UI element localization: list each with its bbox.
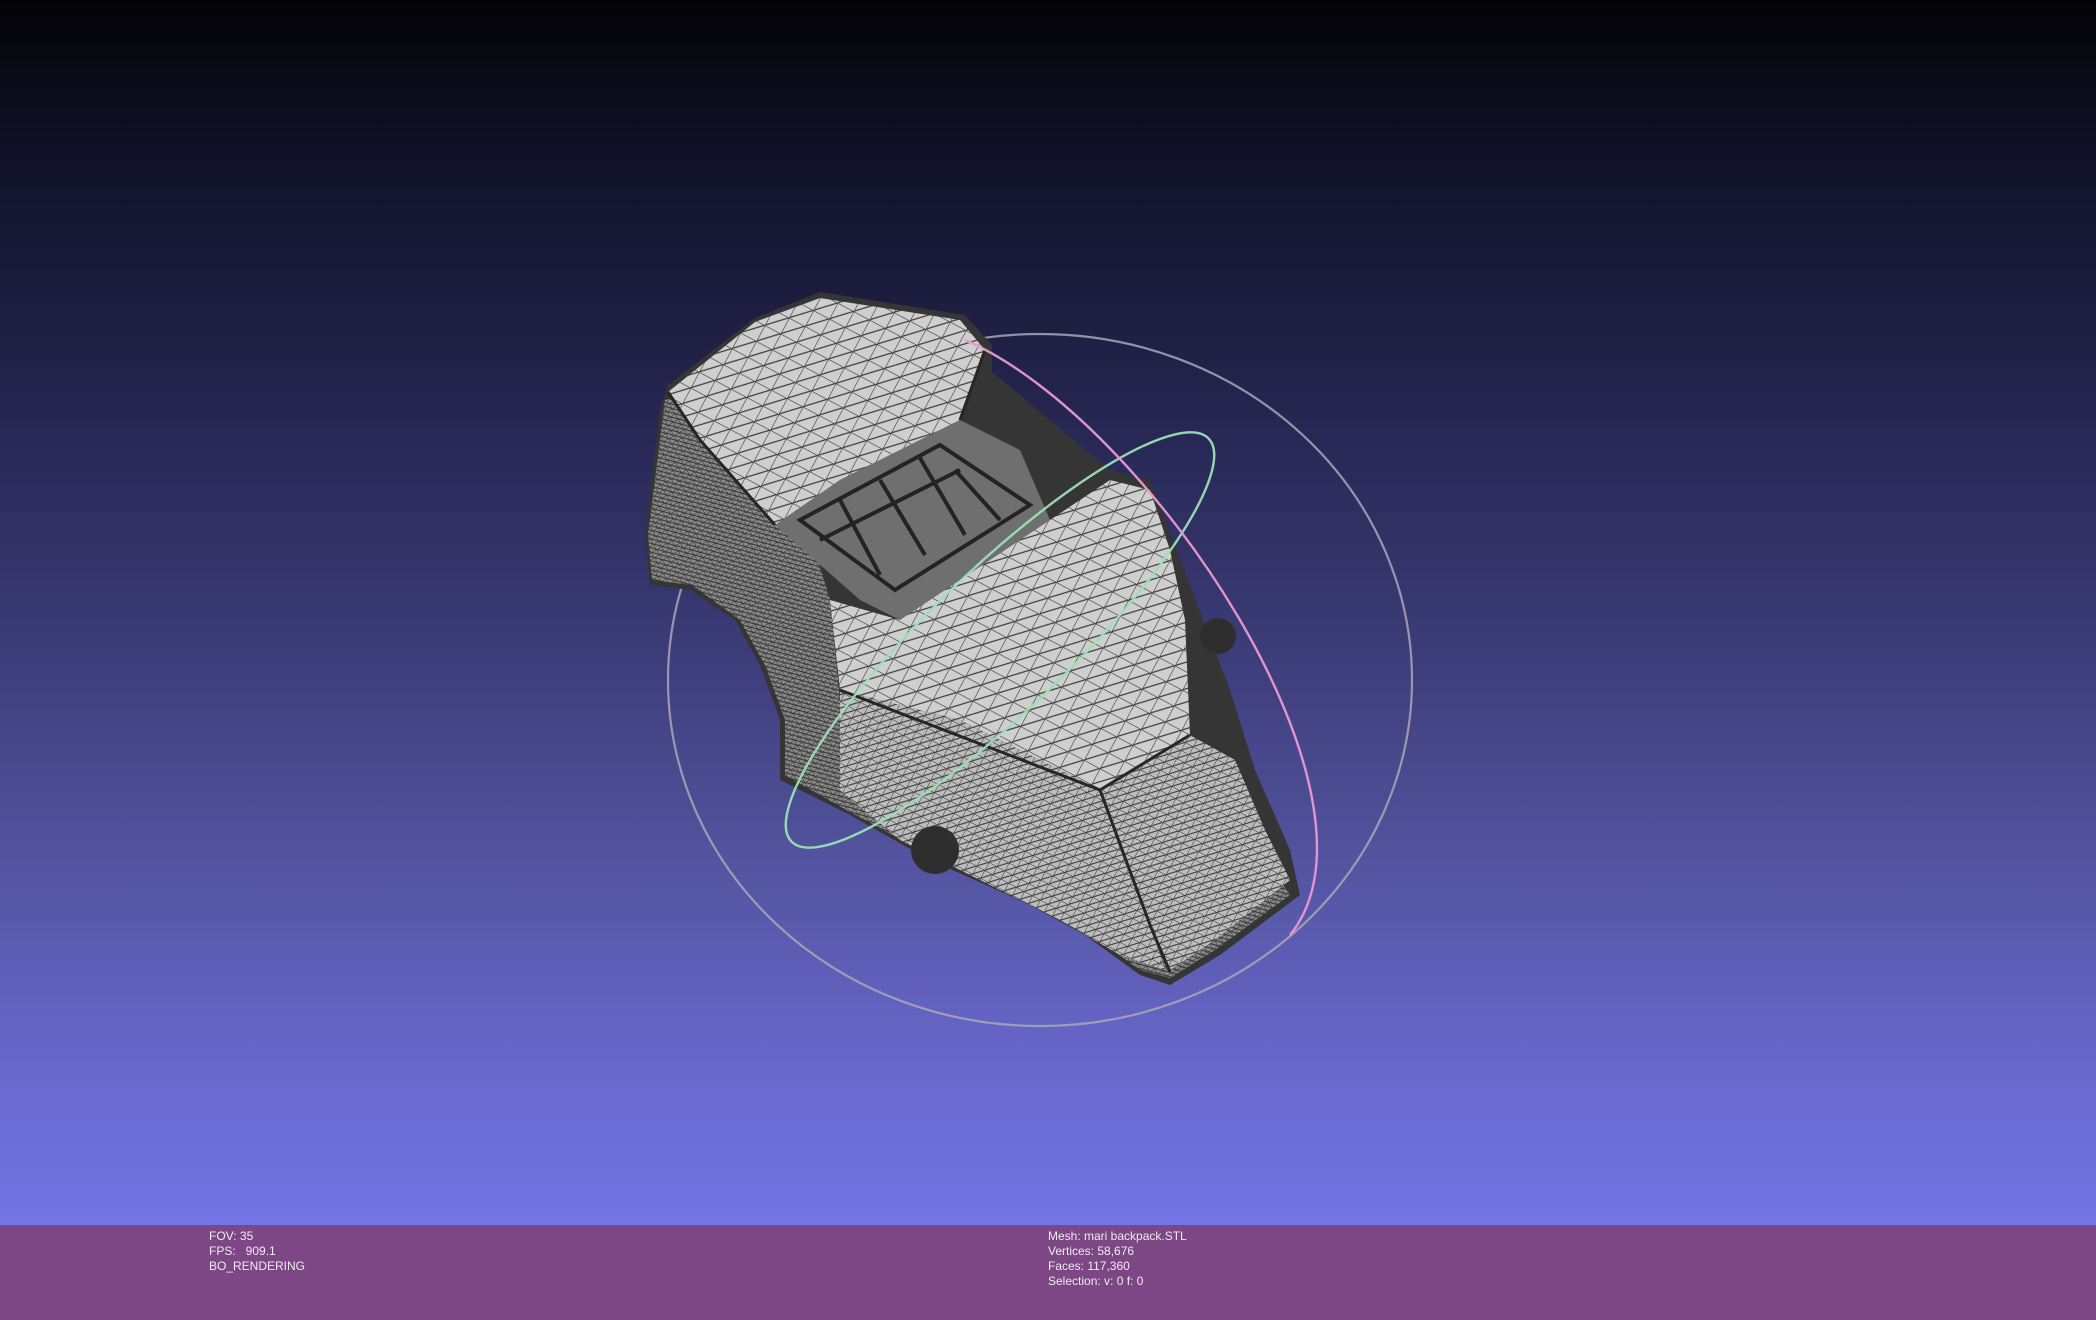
mesh-info: Mesh: mari backpack.STL Vertices: 58,676… <box>1048 1229 1187 1289</box>
scene-canvas[interactable] <box>0 0 2096 1225</box>
render-info: FOV: 35 FPS: 909.1 BO_RENDERING <box>209 1229 305 1274</box>
wireframe-mesh-icon <box>645 292 1300 985</box>
faces-label: Faces: 117,360 <box>1048 1259 1130 1273</box>
mesh-name-label: Mesh: mari backpack.STL <box>1048 1229 1187 1243</box>
status-bar: FOV: 35 FPS: 909.1 BO_RENDERING Mesh: ma… <box>0 1225 2096 1320</box>
render-mode-label: BO_RENDERING <box>209 1259 306 1273</box>
selection-label: Selection: v: 0 f: 0 <box>1048 1274 1144 1288</box>
fov-label: FOV: 35 <box>209 1229 254 1243</box>
fps-label: FPS: 909.1 <box>209 1244 276 1258</box>
3d-viewport[interactable] <box>0 0 2096 1225</box>
vertices-label: Vertices: 58,676 <box>1048 1244 1135 1258</box>
